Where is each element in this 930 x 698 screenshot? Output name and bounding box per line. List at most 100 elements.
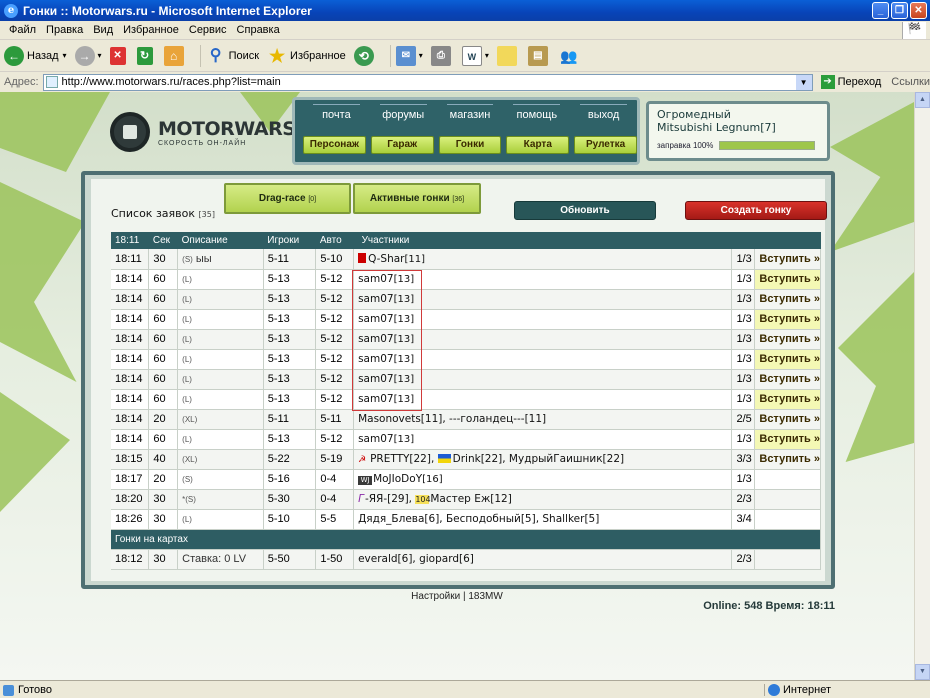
- race-type: (L): [182, 355, 192, 364]
- table-row: 18:14 60 (L) 5-13 5-12 sam07[13] 1/3 Вступить »: [111, 329, 821, 350]
- participant-name[interactable]: Дядя_Блева[6], Бесподобный[5], Shallker[…: [358, 513, 599, 525]
- row-participants[interactable]: Masonovets[11], ---голандец---[11]: [353, 409, 733, 430]
- nav-help[interactable]: помощь: [503, 104, 570, 121]
- menu-favorites[interactable]: Избранное: [118, 24, 184, 36]
- col-desc[interactable]: Описание: [177, 232, 264, 249]
- stop-button[interactable]: ✕: [109, 46, 129, 65]
- join-button[interactable]: Вступить »: [754, 369, 821, 390]
- row-participants[interactable]: ☭ PRETTY[22], Drink[22], МудрыйГаишник[22…: [353, 449, 733, 470]
- row-participants[interactable]: sam07[13]: [353, 309, 733, 330]
- mail-button[interactable]: ✉ ▾: [395, 45, 423, 66]
- join-button[interactable]: Вступить »: [754, 309, 821, 330]
- join-button[interactable]: Вступить »: [754, 289, 821, 310]
- row-count: 1/3: [731, 329, 756, 350]
- participant-name[interactable]: sam07: [358, 353, 394, 365]
- discuss-button[interactable]: [496, 45, 520, 66]
- nav-roulette[interactable]: Рулетка: [574, 136, 637, 154]
- join-button[interactable]: Вступить »: [754, 389, 821, 410]
- col-players[interactable]: Игроки: [263, 232, 316, 249]
- print-button[interactable]: ⎙: [430, 45, 454, 66]
- row-seconds: 60: [148, 349, 179, 370]
- col-time[interactable]: 18:11: [111, 232, 149, 249]
- row-participants[interactable]: Q-Shar[11]: [353, 249, 733, 270]
- address-label: Адрес:: [4, 76, 39, 88]
- links-button[interactable]: Ссылки: [891, 76, 930, 88]
- menu-file[interactable]: Файл: [4, 24, 41, 36]
- forward-button[interactable]: → ▾: [74, 45, 102, 66]
- address-input[interactable]: http://www.motorwars.ru/races.php?list=m…: [42, 73, 813, 91]
- join-button[interactable]: Вступить »: [754, 429, 821, 450]
- row-participants[interactable]: sam07[13]: [353, 389, 733, 410]
- menu-help[interactable]: Справка: [232, 24, 285, 36]
- favorites-button[interactable]: ★ Избранное: [267, 46, 346, 66]
- row-participants[interactable]: WJ MoJIoDoY[16]: [353, 469, 733, 490]
- row-participants[interactable]: sam07[13]: [353, 289, 733, 310]
- participant-name[interactable]: MoJIoDoY: [373, 473, 422, 485]
- participant-name[interactable]: PRETTY[22], Drink[22], МудрыйГаишник[22]: [370, 453, 624, 465]
- tab-drag-race[interactable]: Drag-race [0]: [224, 183, 351, 214]
- scroll-down-icon[interactable]: ▼: [915, 664, 930, 680]
- address-dropdown-icon[interactable]: ▼: [795, 74, 812, 90]
- close-button[interactable]: ✕: [910, 2, 927, 19]
- row-participants[interactable]: sam07[13]: [353, 429, 733, 450]
- row-participants[interactable]: sam07[13]: [353, 329, 733, 350]
- col-auto[interactable]: Авто: [315, 232, 354, 249]
- join-button[interactable]: Вступить »: [754, 329, 821, 350]
- participant-name[interactable]: sam07: [358, 293, 394, 305]
- participant-name[interactable]: Masonovets[11], ---голандец---[11]: [358, 413, 546, 425]
- nav-logout[interactable]: выход: [570, 104, 637, 121]
- participant-name[interactable]: sam07: [358, 333, 394, 345]
- row-participants[interactable]: sam07[13]: [353, 269, 733, 290]
- refresh-browser-button[interactable]: ↻: [136, 46, 156, 65]
- refresh-button[interactable]: Обновить: [514, 201, 656, 220]
- race-type: (XL): [182, 455, 198, 464]
- nav-garage[interactable]: Гараж: [370, 136, 434, 154]
- home-button[interactable]: ⌂: [163, 45, 187, 66]
- messenger-icon: 👥: [560, 47, 578, 64]
- hammer-sickle-icon: ☭: [358, 455, 367, 465]
- create-race-button[interactable]: Создать гонку: [685, 201, 827, 220]
- fuel-label: заправка 100%: [657, 141, 714, 150]
- col-sec[interactable]: Сек: [148, 232, 178, 249]
- participant-name[interactable]: sam07: [358, 313, 394, 325]
- row-participants[interactable]: everald[6], giopard[6]: [353, 549, 733, 570]
- row-auto: 5-12: [315, 429, 355, 450]
- research-button[interactable]: ▤: [527, 45, 551, 66]
- scroll-up-icon[interactable]: ▲: [915, 92, 930, 108]
- edit-button[interactable]: W ▾: [461, 45, 489, 66]
- back-button[interactable]: ← Назад ▾: [4, 45, 67, 66]
- nav-mail[interactable]: почта: [303, 104, 370, 121]
- row-participants[interactable]: sam07[13]: [353, 369, 733, 390]
- menu-view[interactable]: Вид: [88, 24, 118, 36]
- history-button[interactable]: ⟲: [353, 45, 377, 66]
- join-button[interactable]: Вступить »: [754, 409, 821, 430]
- participant-name[interactable]: sam07: [358, 373, 394, 385]
- participant-name[interactable]: Q-Shar: [368, 253, 404, 265]
- participant-name[interactable]: sam07: [358, 433, 394, 445]
- nav-shop[interactable]: магазин: [437, 104, 504, 121]
- minimize-button[interactable]: _: [872, 2, 889, 19]
- participant-name[interactable]: sam07: [358, 393, 394, 405]
- messenger-button[interactable]: 👥: [559, 46, 582, 66]
- go-button[interactable]: ➔ Переход: [820, 75, 881, 89]
- nav-character[interactable]: Персонаж: [303, 136, 366, 154]
- search-button[interactable]: ⚲ Поиск: [206, 46, 259, 66]
- participant-name[interactable]: sam07: [358, 273, 394, 285]
- join-button[interactable]: Вступить »: [754, 269, 821, 290]
- nav-forums[interactable]: форумы: [370, 104, 437, 121]
- menu-tools[interactable]: Сервис: [184, 24, 232, 36]
- join-button[interactable]: Вступить »: [754, 349, 821, 370]
- nav-races[interactable]: Гонки: [438, 136, 502, 154]
- vertical-scrollbar[interactable]: ▲ ▼: [914, 92, 930, 680]
- join-button[interactable]: Вступить »: [754, 249, 821, 270]
- nav-map[interactable]: Карта: [506, 136, 570, 154]
- row-participants[interactable]: sam07[13]: [353, 349, 733, 370]
- row-participants[interactable]: Дядя_Блева[6], Бесподобный[5], Shallker[…: [353, 509, 733, 530]
- tab-active-races[interactable]: Активные гонки [36]: [353, 183, 481, 214]
- menu-edit[interactable]: Правка: [41, 24, 88, 36]
- participant-name[interactable]: -ЯЯ-[29], 104Мастер Еж[12]: [365, 493, 512, 505]
- join-button[interactable]: Вступить »: [754, 449, 821, 470]
- maximize-button[interactable]: ❐: [891, 2, 908, 19]
- row-auto: 5-12: [315, 289, 355, 310]
- row-participants[interactable]: Г-ЯЯ-[29], 104Мастер Еж[12]: [353, 489, 733, 510]
